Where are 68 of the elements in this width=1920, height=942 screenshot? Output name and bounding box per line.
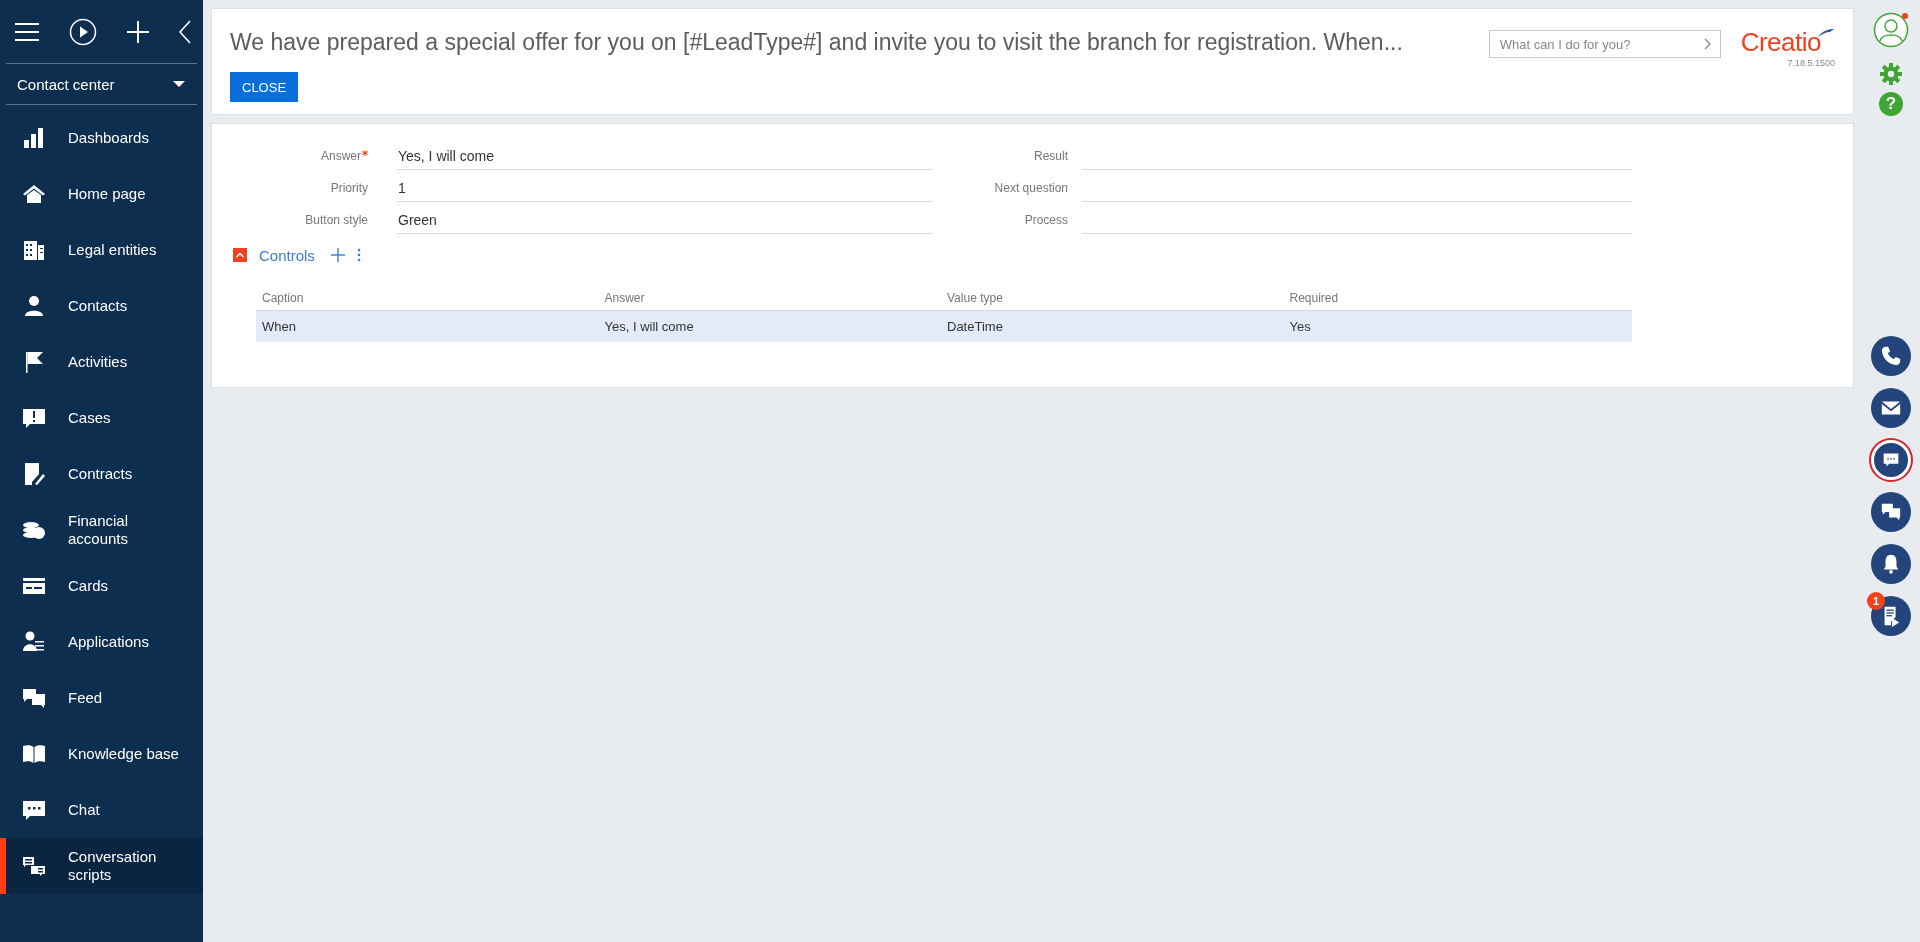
sidebar-item[interactable]: Feed (0, 670, 203, 726)
sidebar-item[interactable]: Financial accounts (0, 502, 203, 558)
table-cell-text: Yes (1289, 319, 1312, 334)
logo-text: Creatio (1740, 27, 1821, 58)
sidebar-item[interactable]: Knowledge base (0, 726, 203, 782)
building-icon (22, 238, 46, 262)
page-title: We have prepared a special offer for you on [#LeadType#] and invite you to visit the branch for registration. When... (230, 29, 1404, 56)
sidebar-item[interactable]: Cases (0, 390, 203, 446)
applicant-icon (22, 630, 46, 654)
sidebar-item[interactable]: Home page (0, 166, 203, 222)
scripts-icon (22, 854, 46, 878)
communication-button[interactable] (1871, 336, 1911, 376)
table-cell-text: DateTime (947, 319, 1004, 334)
field-label: Result (1033, 149, 1068, 163)
field-label: Next question (993, 181, 1068, 195)
table-row[interactable]: When Yes, I will come DateTime Yes (256, 310, 1632, 342)
add-icon[interactable] (330, 248, 345, 262)
workplace-dropdown[interactable]: Contact center (6, 64, 197, 105)
caret-icon (173, 81, 185, 87)
contract-icon (22, 462, 46, 486)
column-header: Value type (947, 291, 1004, 305)
sidebar-item[interactable]: Conversation scripts (0, 838, 203, 894)
book-icon (22, 742, 46, 766)
input-field[interactable]: Yes, I will come (396, 142, 933, 170)
field-label: Priority (330, 181, 368, 195)
column-header: Caption (262, 291, 305, 305)
sidebar-item[interactable]: Contracts (0, 446, 203, 502)
input-field[interactable]: 1 (396, 174, 933, 202)
bars-icon (22, 126, 46, 150)
chevron-icon (1703, 38, 1711, 50)
column-header: Required (1289, 291, 1340, 305)
plus-icon[interactable] (127, 20, 149, 43)
column-header: Answer (604, 291, 646, 305)
close-button[interactable]: CLOSE (230, 72, 299, 102)
play-icon[interactable] (69, 17, 97, 46)
person-icon (22, 294, 46, 318)
sidebar-item[interactable]: Cards (0, 558, 203, 614)
field-label: Button style (305, 213, 368, 227)
section-title[interactable]: Controls (259, 246, 315, 264)
input-field[interactable]: Green (396, 206, 933, 234)
sidebar-item[interactable]: Legal entities (0, 222, 203, 278)
notification-badge: 1 (1867, 592, 1885, 610)
feed-icon (22, 686, 46, 710)
field-label: Process (1023, 213, 1068, 227)
chat-icon (22, 798, 46, 822)
sidebar-item[interactable]: Dashboards (0, 110, 203, 166)
more-options-icon[interactable] (356, 248, 361, 262)
collapse-toggle-icon[interactable] (233, 248, 247, 262)
communication-button[interactable] (1871, 492, 1911, 532)
communication-button[interactable] (1871, 440, 1911, 480)
menu-icon[interactable] (15, 22, 39, 41)
sidebar-item[interactable]: Contacts (0, 278, 203, 334)
table-cell-text: When (262, 319, 297, 334)
user-avatar-icon[interactable] (1873, 12, 1909, 48)
table-cell-text: Yes, I will come (604, 319, 695, 334)
sidebar-item[interactable]: Activities (0, 334, 203, 390)
home-icon (22, 182, 46, 206)
alert-icon (22, 406, 46, 430)
version-text: 7.18.5.1500 (1787, 58, 1835, 68)
required-icon (362, 150, 368, 156)
communication-button[interactable] (1871, 388, 1911, 428)
sidebar-item[interactable]: Chat (0, 782, 203, 838)
communication-button[interactable] (1871, 544, 1911, 584)
sidebar-item[interactable]: Applications (0, 614, 203, 670)
field-label: Answer (321, 149, 361, 163)
phone-icon (1880, 345, 1902, 367)
collapse-icon[interactable] (179, 19, 191, 44)
search-field[interactable]: What can I do for you? (1488, 30, 1721, 58)
